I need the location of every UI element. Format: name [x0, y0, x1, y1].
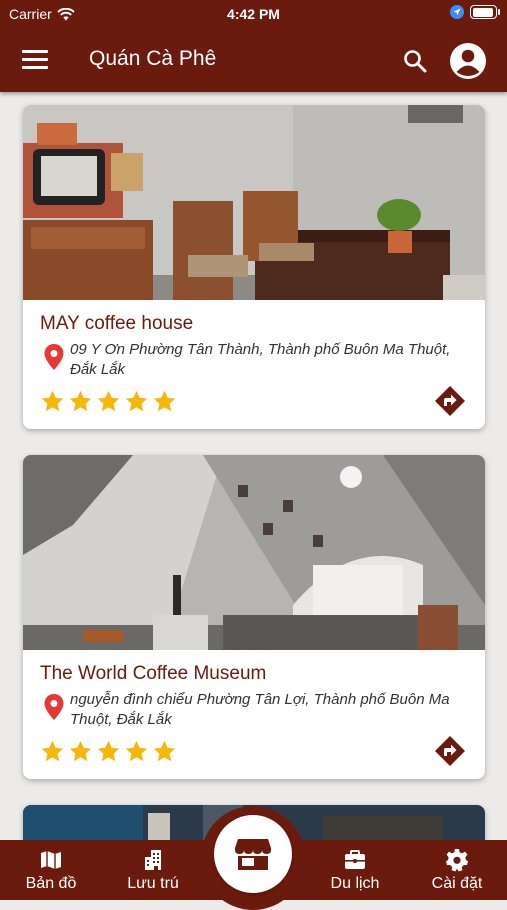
star-icon [125, 390, 148, 412]
star-icon [69, 390, 92, 412]
location-arrow-icon [450, 5, 464, 19]
battery-icon [470, 5, 500, 19]
status-bar: Carrier 4:42 PM [0, 0, 507, 30]
directions-icon[interactable] [434, 735, 466, 767]
nav-label: Lưu trú [127, 875, 179, 892]
nav-item-lodging[interactable]: Lưu trú [118, 840, 188, 900]
nav-item-cafe[interactable] [214, 815, 292, 893]
nav-label: Bản đồ [25, 875, 77, 892]
rating-stars [40, 389, 177, 414]
nav-item-travel[interactable]: Du lịch [322, 840, 388, 900]
star-icon [41, 390, 64, 412]
nav-item-settings[interactable]: Cài đặt [422, 840, 492, 900]
status-time: 4:42 PM [227, 6, 280, 22]
nav-label: Du lịch [330, 875, 380, 892]
cafe-photo [23, 455, 485, 650]
nav-item-map[interactable]: Bản đồ [18, 840, 84, 900]
location-pin-icon [44, 344, 64, 370]
cafe-name: The World Coffee Museum [40, 663, 267, 684]
star-icon [153, 390, 176, 412]
star-icon [69, 740, 92, 762]
building-icon [145, 850, 161, 870]
star-icon [97, 390, 120, 412]
star-icon [153, 740, 176, 762]
gear-icon [446, 849, 468, 872]
map-icon [41, 851, 61, 869]
cafe-photo [23, 105, 485, 300]
cafe-card[interactable]: MAY coffee house 09 Y Ơn Phường Tân Thàn… [23, 105, 485, 429]
directions-icon[interactable] [434, 385, 466, 417]
cafe-address: 09 Y Ơn Phường Tân Thành, Thành phố Buôn… [70, 341, 451, 378]
menu-button[interactable] [22, 50, 48, 70]
star-icon [125, 740, 148, 762]
account-icon[interactable] [449, 42, 487, 80]
cafe-address: nguyễn đình chiểu Phường Tân Lợi, Thành … [70, 691, 450, 728]
rating-stars [40, 739, 177, 764]
cafe-card[interactable]: The World Coffee Museum nguyễn đình chiể… [23, 455, 485, 779]
cafe-name: MAY coffee house [40, 313, 194, 334]
star-icon [41, 740, 64, 762]
nav-label: Cài đặt [431, 875, 483, 892]
store-icon [235, 839, 271, 870]
briefcase-icon [345, 850, 365, 869]
page-title: Quán Cà Phê [89, 47, 217, 70]
app-bar: Quán Cà Phê [0, 30, 507, 92]
status-right [450, 5, 500, 19]
location-pin-icon [44, 694, 64, 720]
search-icon[interactable] [402, 48, 428, 74]
star-icon [97, 740, 120, 762]
